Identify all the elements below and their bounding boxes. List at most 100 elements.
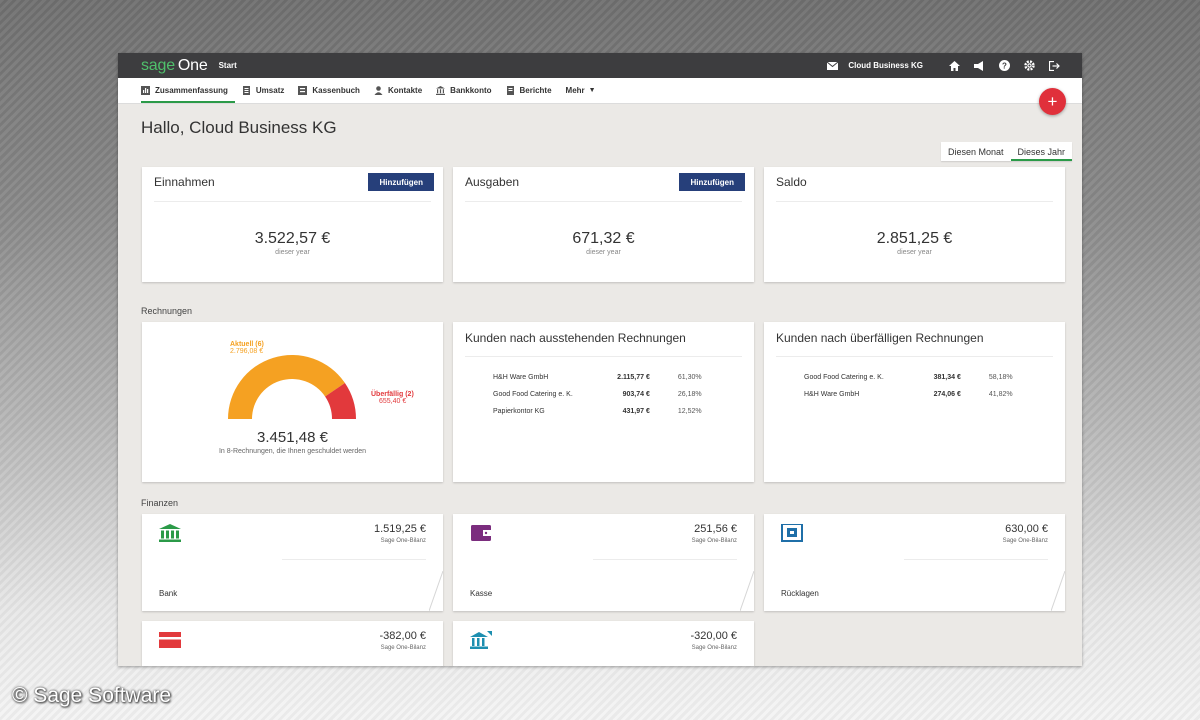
nav-bankkonto[interactable]: Bankkonto xyxy=(429,78,498,103)
customer-percent: 26,18% xyxy=(677,391,702,398)
bank-icon xyxy=(159,524,181,542)
kpi-subtitle: dieser year xyxy=(586,249,621,256)
account-balance: 630,00 € xyxy=(1005,523,1048,535)
kpi-amount: 2.851,25 € xyxy=(876,230,953,247)
period-year-button[interactable]: Dieses Jahr xyxy=(1010,142,1073,161)
account-card-loan[interactable]: -320,00 € Sage One-Bilanz xyxy=(453,621,754,666)
main-nav: Zusammenfassung Umsatz Kassenbuch Kontak… xyxy=(118,78,1082,104)
add-fab-button[interactable]: + xyxy=(1039,88,1066,115)
kpi-amount: 3.522,57 € xyxy=(254,230,331,247)
account-card-kasse[interactable]: 251,56 € Sage One-Bilanz Kasse xyxy=(453,514,754,611)
current-amount: 2.796,08 € xyxy=(230,348,264,355)
customer-amount: 903,74 € xyxy=(622,391,650,398)
person-icon xyxy=(374,86,383,95)
page-title: Hallo, Cloud Business KG xyxy=(141,118,337,137)
nav-label: Zusammenfassung xyxy=(155,86,228,95)
list-item[interactable]: Good Food Catering e. K. 903,74 € 26,18% xyxy=(493,386,733,403)
period-month-button[interactable]: Diesen Monat xyxy=(941,142,1011,161)
outstanding-list: H&H Ware GmbH 2.115,77 € 61,30% Good Food … xyxy=(493,369,733,420)
account-balance: 1.519,25 € xyxy=(374,523,426,535)
divider xyxy=(465,356,742,357)
top-bar: sage One Start Cloud Business KG ? xyxy=(118,53,1082,78)
invoice-total-subtitle: In 8-Rechnungen, die Ihnen geschuldet we… xyxy=(218,448,367,455)
customer-amount: 381,34 € xyxy=(933,374,961,381)
account-balance: -320,00 € xyxy=(690,630,737,642)
company-name[interactable]: Cloud Business KG xyxy=(848,61,923,70)
wallet-icon xyxy=(471,525,491,541)
section-title-finanzen: Finanzen xyxy=(141,498,179,508)
add-expense-button[interactable]: Hinzufügen xyxy=(679,173,745,191)
list-item[interactable]: Good Food Catering e. K. 381,34 € 58,18% xyxy=(804,369,1044,386)
overdue-list: Good Food Catering e. K. 381,34 € 58,18% H… xyxy=(804,369,1044,403)
nav-label: Mehr xyxy=(565,86,585,95)
divider xyxy=(282,559,426,560)
nav-label: Berichte xyxy=(519,86,552,95)
nav-kontakte[interactable]: Kontakte xyxy=(367,78,429,103)
account-balance-label: Sage One-Bilanz xyxy=(1002,538,1048,544)
credit-card-icon xyxy=(159,632,181,648)
divider xyxy=(904,559,1048,560)
megaphone-icon[interactable] xyxy=(973,60,985,72)
copyright-watermark: © Sage Software xyxy=(12,684,172,707)
add-income-button[interactable]: Hinzufügen xyxy=(368,173,434,191)
account-balance-label: Sage One-Bilanz xyxy=(380,538,426,544)
customer-name: Good Food Catering e. K. xyxy=(804,374,884,381)
top-right-controls: Cloud Business KG ? xyxy=(813,60,1060,72)
account-balance: 251,56 € xyxy=(694,523,737,535)
customer-amount: 274,06 € xyxy=(933,391,961,398)
customer-percent: 61,30% xyxy=(677,374,702,381)
svg-text:?: ? xyxy=(1002,61,1007,70)
nav-kassenbuch[interactable]: Kassenbuch xyxy=(291,78,367,103)
kpi-card-einnahmen: Einnahmen Hinzufügen 3.522,57 € dieser y… xyxy=(142,167,443,282)
divider xyxy=(465,201,742,202)
list-item[interactable]: Papierkontor KG 431,97 € 12,52% xyxy=(493,403,733,420)
customer-name: H&H Ware GmbH xyxy=(804,391,860,398)
help-icon[interactable]: ? xyxy=(998,60,1010,72)
list-item[interactable]: H&H Ware GmbH 2.115,77 € 61,30% xyxy=(493,369,733,386)
mail-icon[interactable] xyxy=(826,60,838,72)
account-card-credit-card[interactable]: -382,00 € Sage One-Bilanz xyxy=(142,621,443,666)
card-corner-decoration xyxy=(1051,571,1065,611)
caret-down-icon: ▼ xyxy=(588,87,596,94)
divider xyxy=(593,559,737,560)
nav-umsatz[interactable]: Umsatz xyxy=(235,78,291,103)
nav-berichte[interactable]: Berichte xyxy=(499,78,559,103)
invoice-total: 3.451,48 € xyxy=(257,429,328,446)
customer-amount: 2.115,77 € xyxy=(617,374,650,381)
nav-label: Kassenbuch xyxy=(312,86,360,95)
divider xyxy=(776,201,1053,202)
customer-amount: 431,97 € xyxy=(622,408,650,415)
gauge-arc-current xyxy=(228,355,345,419)
card-title: Kunden nach ausstehenden Rechnungen xyxy=(465,331,686,345)
gauge-label-overdue: Überfällig (2) 655,40 € xyxy=(371,391,414,405)
list-item[interactable]: H&H Ware GmbH 274,06 € 41,82% xyxy=(804,386,1044,403)
overdue-customers-card: Kunden nach überfälligen Rechnungen Good… xyxy=(764,322,1065,482)
kpi-title: Saldo xyxy=(776,175,807,189)
account-balance-label: Sage One-Bilanz xyxy=(380,645,426,651)
nav-mehr[interactable]: Mehr ▼ xyxy=(559,78,603,103)
cashbook-icon xyxy=(298,86,308,95)
nav-zusammenfassung[interactable]: Zusammenfassung xyxy=(134,78,235,103)
gear-icon[interactable] xyxy=(1023,60,1035,72)
home-icon[interactable] xyxy=(948,60,960,72)
logout-icon[interactable] xyxy=(1048,60,1060,72)
loan-icon xyxy=(470,631,492,649)
start-link[interactable]: Start xyxy=(219,61,237,70)
customer-name: H&H Ware GmbH xyxy=(493,374,549,381)
kpi-title: Einnahmen xyxy=(154,175,215,189)
kpi-subtitle: dieser year xyxy=(897,249,932,256)
invoice-gauge-card[interactable]: Aktuell (6) 2.796,08 € Überfällig (2) 65… xyxy=(142,322,443,482)
divider xyxy=(154,201,431,202)
sage-one-logo[interactable]: sage One xyxy=(141,57,208,75)
customer-percent: 58,18% xyxy=(988,374,1013,381)
kpi-title: Ausgaben xyxy=(465,175,520,189)
account-balance-label: Sage One-Bilanz xyxy=(691,645,737,651)
nav-label: Umsatz xyxy=(255,86,285,95)
customer-name: Papierkontor KG xyxy=(493,408,545,415)
nav-label: Kontakte xyxy=(387,86,423,95)
account-balance-label: Sage One-Bilanz xyxy=(691,538,737,544)
account-card-bank[interactable]: 1.519,25 € Sage One-Bilanz Bank xyxy=(142,514,443,611)
account-card-ruecklagen[interactable]: 630,00 € Sage One-Bilanz Rücklagen xyxy=(764,514,1065,611)
app-window: sage One Start Cloud Business KG ? Zusam… xyxy=(118,53,1082,666)
card-corner-decoration xyxy=(429,571,443,611)
